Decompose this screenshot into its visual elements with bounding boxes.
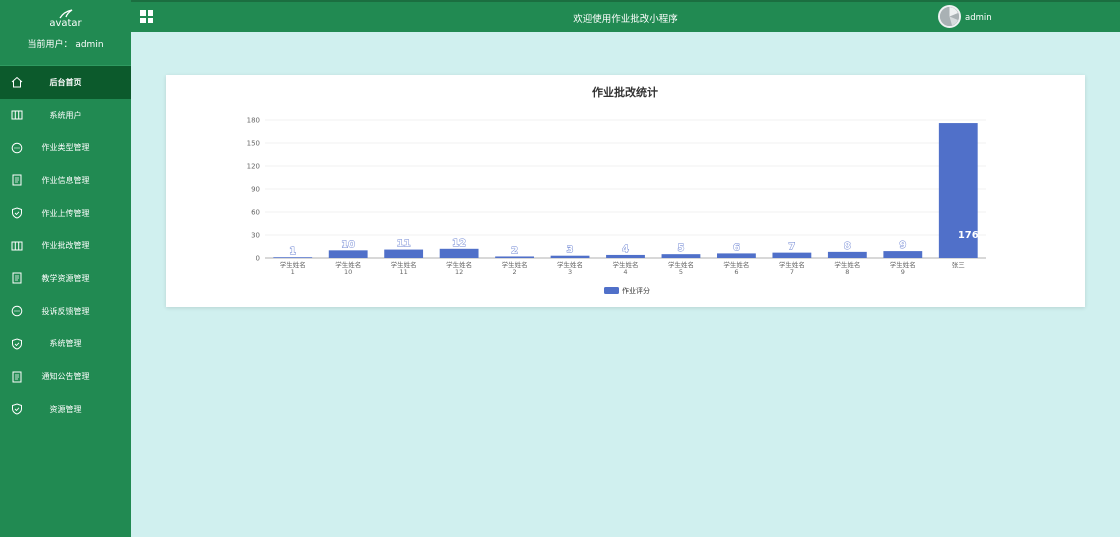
x-tick-label: 10 bbox=[344, 268, 352, 276]
sidebar-item-4[interactable]: 作业信息管理 bbox=[0, 164, 131, 197]
x-tick-label: 11 bbox=[400, 268, 408, 276]
bar[interactable] bbox=[717, 253, 756, 258]
chat-icon bbox=[11, 305, 23, 317]
sidebar-item-10[interactable]: 通知公告管理 bbox=[0, 360, 131, 393]
document-icon bbox=[12, 174, 22, 186]
sidebar: avatar 当前用户： admin 后台首页 系统用户 作业类型管理 作业信息管理作… bbox=[0, 0, 131, 537]
y-tick-label: 90 bbox=[251, 186, 260, 194]
y-tick-label: 120 bbox=[247, 163, 260, 171]
x-tick-label: 9 bbox=[901, 268, 905, 276]
sidebar-item-11[interactable]: 资源管理 bbox=[0, 393, 131, 426]
data-label: 10 bbox=[341, 239, 355, 250]
bar[interactable] bbox=[827, 251, 867, 258]
document-icon bbox=[12, 272, 22, 284]
home-icon bbox=[11, 77, 23, 88]
shield-icon bbox=[12, 338, 22, 350]
data-label: 176 bbox=[958, 230, 979, 241]
bar[interactable] bbox=[883, 251, 923, 258]
sidebar-item-3[interactable]: 作业类型管理 bbox=[0, 131, 131, 164]
data-label: 4 bbox=[622, 244, 629, 255]
x-tick-label: 8 bbox=[845, 268, 849, 276]
data-label: 11 bbox=[397, 239, 411, 250]
bar-chart: 作业批改统计03060901201501801学生姓名110学生姓名1011学生… bbox=[247, 85, 986, 295]
bar[interactable] bbox=[661, 254, 701, 258]
y-tick-label: 30 bbox=[251, 232, 260, 240]
x-tick-label: 3 bbox=[568, 268, 572, 276]
data-label: 12 bbox=[452, 238, 466, 249]
chat-icon bbox=[11, 142, 23, 154]
bar[interactable] bbox=[384, 249, 424, 258]
shield-icon bbox=[12, 403, 22, 415]
shield-icon bbox=[12, 207, 22, 219]
data-label: 6 bbox=[733, 242, 740, 253]
chart-card: 作业批改统计 0 30 60 90 120 150 180 1 学生姓名 1 10 学生姓名 10 11 学生… bbox=[166, 75, 1085, 307]
bar[interactable] bbox=[606, 254, 645, 258]
y-tick-label: 180 bbox=[247, 117, 260, 125]
document-icon bbox=[12, 371, 22, 383]
data-label: 1 bbox=[289, 246, 296, 257]
x-tick-label: 4 bbox=[623, 268, 627, 276]
x-tick-label: 7 bbox=[790, 268, 794, 276]
legend-swatch[interactable] bbox=[604, 287, 619, 294]
data-label: 5 bbox=[677, 243, 684, 254]
sidebar-item-7[interactable]: 教学资源管理 bbox=[0, 262, 131, 295]
data-label: 3 bbox=[567, 245, 574, 256]
bar[interactable] bbox=[328, 250, 368, 258]
data-label: 8 bbox=[844, 241, 851, 252]
top-username[interactable]: admin bbox=[965, 13, 992, 23]
columns-icon bbox=[11, 241, 23, 251]
sidebar-item-8[interactable]: 投诉反馈管理 bbox=[0, 295, 131, 328]
logo-area: avatar 当前用户： admin bbox=[0, 9, 131, 66]
x-tick-label: 2 bbox=[513, 268, 517, 276]
data-label: 2 bbox=[511, 245, 518, 256]
y-tick-label: 60 bbox=[251, 209, 260, 217]
bar[interactable] bbox=[772, 252, 812, 258]
bar[interactable] bbox=[550, 255, 590, 258]
sidebar-item-5[interactable]: 作业上传管理 bbox=[0, 197, 131, 230]
x-tick-label: 12 bbox=[455, 268, 463, 276]
columns-icon bbox=[11, 110, 23, 120]
sidebar-menu: 后台首页 系统用户 作业类型管理 作业信息管理 作业上传管理 作业批改管理 教学资源管理 投诉… bbox=[0, 66, 131, 426]
sidebar-item-6[interactable]: 作业批改管理 bbox=[0, 229, 131, 262]
x-tick-label: 5 bbox=[679, 268, 683, 276]
current-user-label: 当前用户： admin bbox=[27, 40, 104, 50]
y-tick-label: 0 bbox=[256, 255, 260, 263]
y-tick-label: 150 bbox=[247, 140, 260, 148]
x-tick-label: 张三 bbox=[952, 260, 966, 269]
avatar-icon bbox=[940, 7, 959, 26]
data-label: 9 bbox=[899, 240, 906, 251]
avatar[interactable] bbox=[938, 5, 961, 28]
x-tick-label: 6 bbox=[734, 268, 738, 276]
bar[interactable] bbox=[495, 256, 534, 258]
logo-text: avatar bbox=[49, 18, 82, 29]
data-label: 7 bbox=[788, 242, 795, 253]
bar[interactable] bbox=[439, 248, 479, 258]
topbar: 欢迎使用作业批改小程序 admin bbox=[131, 0, 1120, 32]
sidebar-item-9[interactable]: 系统管理 bbox=[0, 328, 131, 361]
chart-title: 作业批改统计 bbox=[592, 85, 658, 99]
sidebar-item-1[interactable]: 后台首页 bbox=[0, 66, 131, 99]
legend-label[interactable]: 作业评分 bbox=[622, 286, 650, 295]
x-tick-label: 1 bbox=[291, 268, 295, 276]
sidebar-item-2[interactable]: 系统用户 bbox=[0, 99, 131, 132]
bar[interactable] bbox=[273, 257, 313, 258]
